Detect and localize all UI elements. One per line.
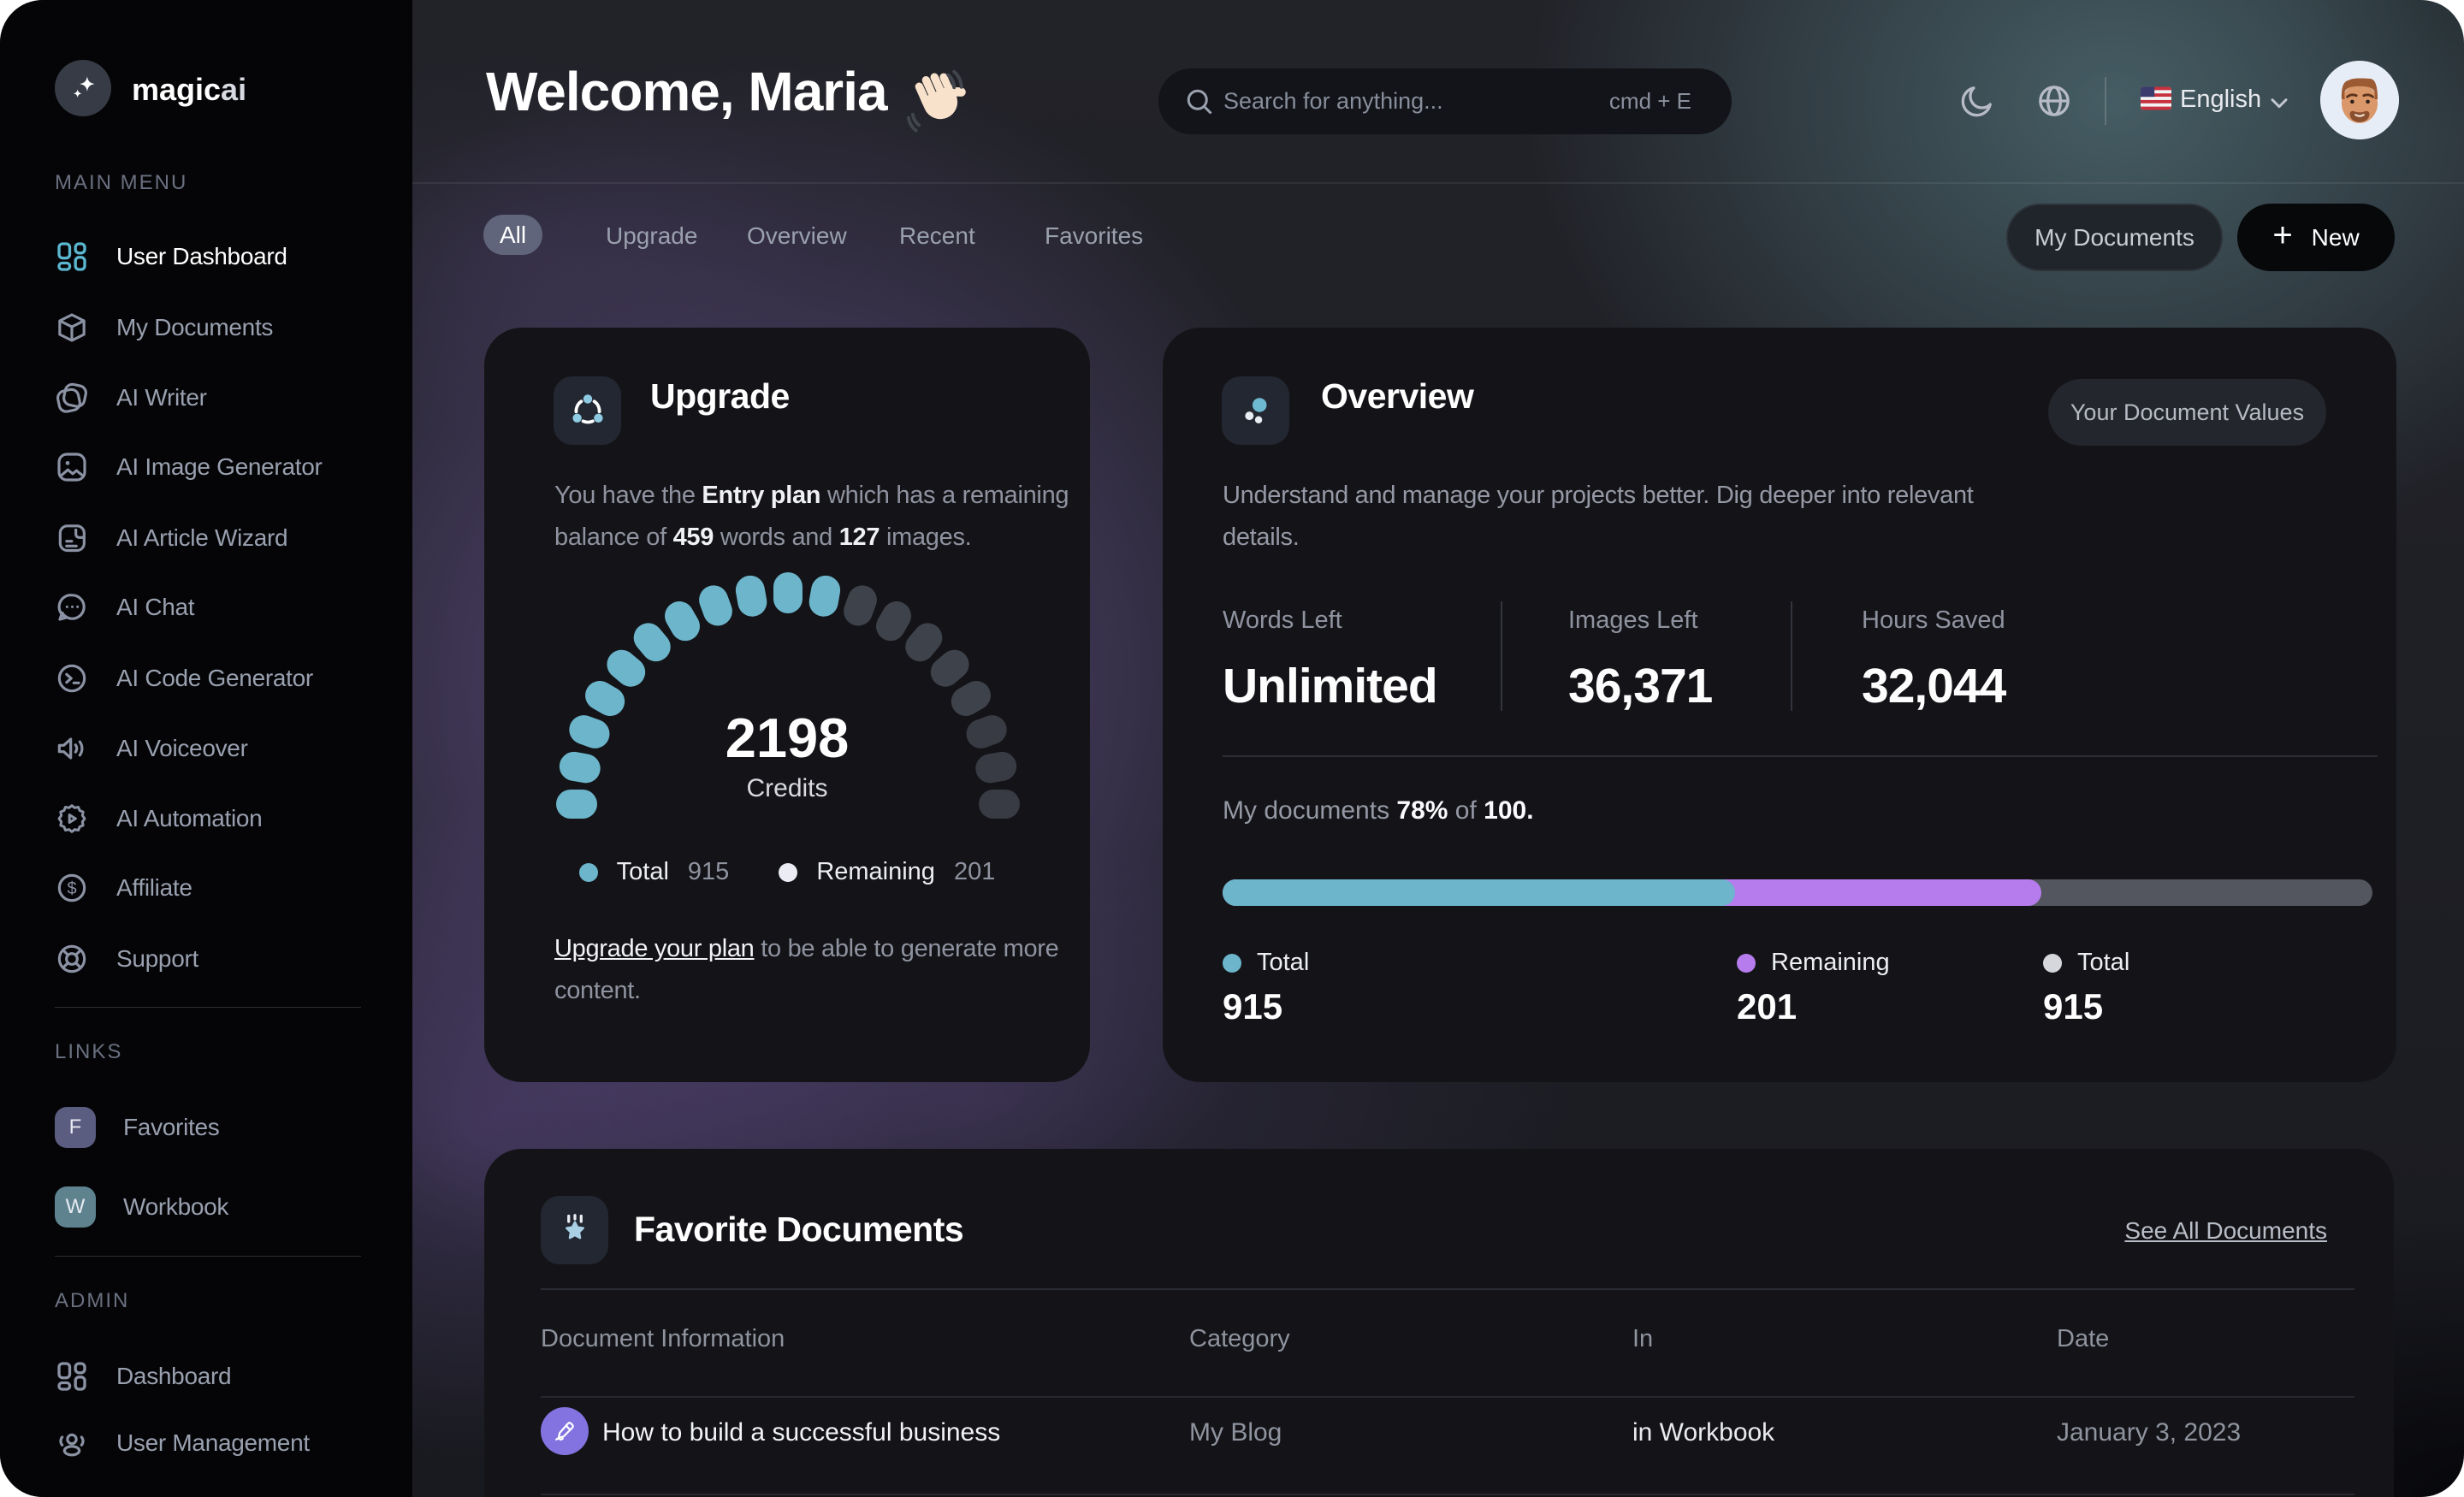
svg-text:$: $ <box>67 879 76 898</box>
